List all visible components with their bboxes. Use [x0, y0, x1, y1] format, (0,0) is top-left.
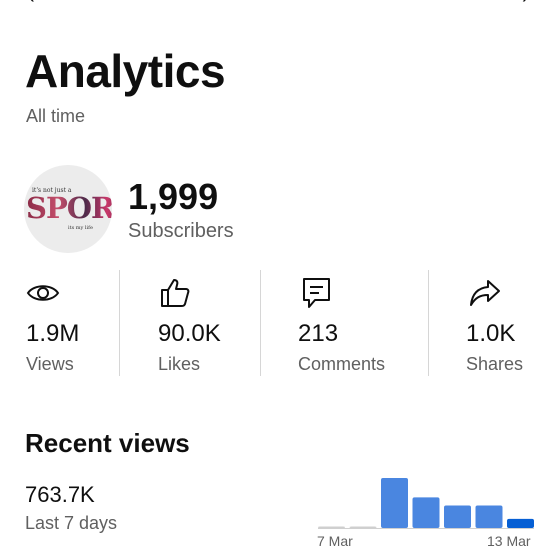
- stat-divider: [260, 270, 261, 376]
- stat-divider: [119, 270, 120, 376]
- views-label: Views: [26, 354, 74, 374]
- comments-value: 213: [298, 320, 339, 347]
- comment-icon: [303, 278, 330, 308]
- stat-divider: [428, 270, 429, 376]
- page-title: Analytics: [25, 45, 226, 97]
- thumbs-up-icon: [161, 279, 190, 307]
- subscribers-count: 1,999: [128, 176, 219, 217]
- chart-start-label: 7 Mar: [317, 533, 353, 549]
- period-subtitle: All time: [26, 106, 86, 126]
- recent-views-period: Last 7 days: [25, 513, 118, 533]
- chart-bar-7-mar[interactable]: [318, 526, 345, 529]
- eye-icon: [26, 285, 60, 301]
- stat-shares[interactable]: 1.0K Shares: [466, 270, 546, 376]
- stat-comments[interactable]: 213 Comments: [298, 270, 418, 376]
- channel-avatar[interactable]: it's not just a SPORT its my life: [24, 165, 112, 253]
- subscribers-label: Subscribers: [128, 220, 234, 242]
- stat-views[interactable]: 1.9M Views: [26, 270, 120, 376]
- shares-label: Shares: [466, 354, 524, 374]
- comments-label: Comments: [298, 354, 386, 374]
- views-value: 1.9M: [26, 320, 80, 347]
- stat-likes[interactable]: 90.0K Likes: [158, 270, 258, 376]
- chart-bar-10-mar[interactable]: [412, 497, 440, 528]
- shares-value: 1.0K: [466, 320, 516, 347]
- avatar-caption-bottom: its my life: [68, 225, 93, 231]
- recent-views-value: 763.7K: [25, 482, 95, 507]
- share-icon: [470, 280, 500, 306]
- likes-label: Likes: [158, 354, 201, 374]
- recent-views-title: Recent views: [25, 428, 190, 458]
- likes-value: 90.0K: [158, 320, 221, 347]
- chart-end-label: 13 Mar: [487, 533, 531, 549]
- chart-bar-9-mar[interactable]: [381, 478, 408, 528]
- chart-bar-13-mar[interactable]: [507, 518, 534, 528]
- menu-icon[interactable]: ›: [522, 0, 529, 9]
- chart-bar-12-mar[interactable]: [475, 505, 503, 528]
- back-arrow-icon[interactable]: ‹: [28, 0, 35, 9]
- chart-bar-11-mar[interactable]: [444, 505, 471, 528]
- avatar-word: SPORT: [26, 191, 112, 225]
- chart-bar-8-mar[interactable]: [349, 526, 377, 529]
